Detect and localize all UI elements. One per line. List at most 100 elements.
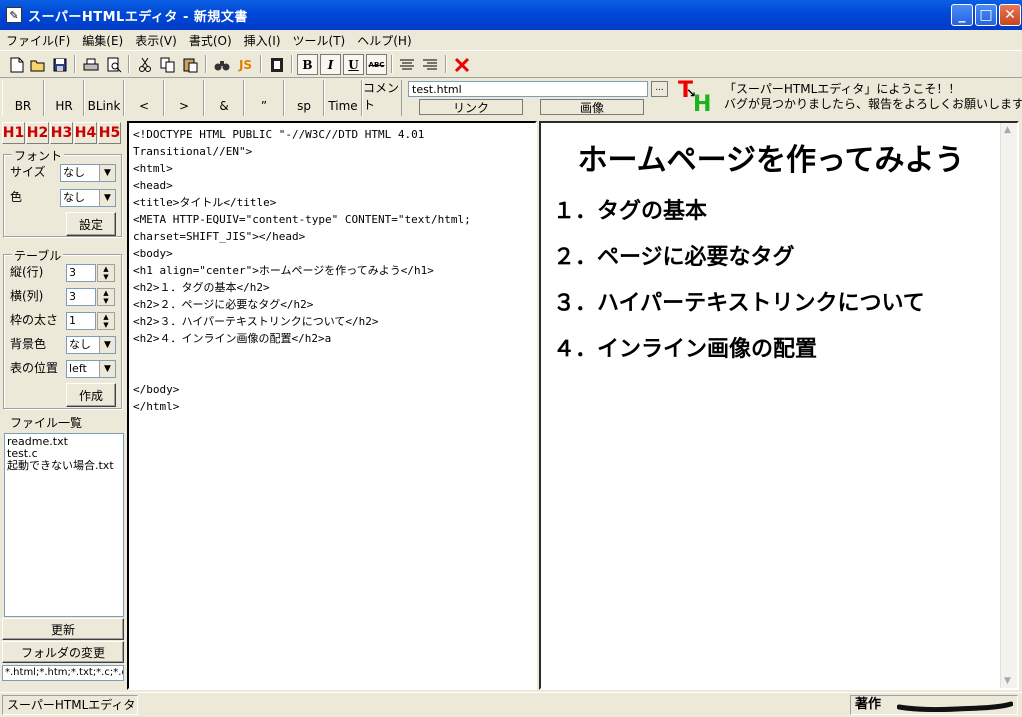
table-border-value: 1	[69, 314, 76, 327]
welcome-line-2: バグが見つかりましたら、報告をよろしくお願いします	[724, 97, 1022, 111]
align-right-icon[interactable]	[419, 54, 440, 75]
change-folder-button[interactable]: フォルダの変更	[2, 641, 124, 663]
browse-button[interactable]: ...	[651, 81, 668, 97]
table-rows-input[interactable]: 3 ▲ ▼	[66, 264, 115, 282]
font-apply-button[interactable]: 設定	[66, 212, 116, 236]
table-rows-label: 縦(行)	[10, 265, 44, 279]
h5-button[interactable]: H5	[98, 122, 121, 144]
table-border-input[interactable]: 1 ▲ ▼	[66, 312, 115, 330]
menu-file[interactable]: ファイル(F)	[0, 32, 76, 49]
table-create-button[interactable]: 作成	[66, 383, 116, 407]
font-size-label: サイズ	[10, 165, 46, 179]
app-icon: ✎	[6, 7, 22, 23]
toolbar-separator	[260, 55, 262, 73]
file-list-item[interactable]: 起動できない場合.txt	[7, 460, 121, 472]
time-button[interactable]: Time	[324, 80, 362, 116]
hr-button[interactable]: HR	[44, 80, 84, 116]
save-icon[interactable]	[49, 54, 70, 75]
table-cols-label: 横(列)	[10, 289, 44, 303]
font-size-select[interactable]: なし ▼	[60, 164, 116, 182]
new-file-icon[interactable]	[6, 54, 27, 75]
lt-button[interactable]: <	[124, 80, 164, 116]
menu-help[interactable]: ヘルプ(H)	[351, 32, 417, 49]
menu-format[interactable]: 書式(O)	[183, 32, 238, 49]
spin-arrows-icon[interactable]: ▲ ▼	[97, 264, 115, 282]
table-bg-select[interactable]: なし ▼	[66, 336, 116, 354]
find-binoculars-icon[interactable]	[211, 54, 232, 75]
toolbar-separator	[391, 55, 393, 73]
chevron-down-icon[interactable]: ▼	[99, 361, 115, 377]
welcome-line-1: 「スーパーHTMLエディタ」にようこそ！！	[724, 82, 961, 96]
font-color-select[interactable]: なし ▼	[60, 189, 116, 207]
scroll-down-icon[interactable]: ▼	[1004, 676, 1011, 686]
comment-button[interactable]: コメント	[362, 80, 402, 116]
menu-edit[interactable]: 編集(E)	[76, 32, 129, 49]
menu-view[interactable]: 表示(V)	[129, 32, 183, 49]
file-filter-field[interactable]: *.html;*.htm;*.txt;*.c;*.c	[2, 665, 124, 681]
maximize-button[interactable]: □	[975, 4, 997, 26]
toolbar-separator	[128, 55, 130, 73]
preview-heading-2: ２．ページに必要なタグ	[553, 245, 795, 270]
code-line: <body>	[133, 247, 173, 260]
h1-button[interactable]: H1	[2, 122, 25, 144]
h3-button[interactable]: H3	[50, 122, 73, 144]
blink-button[interactable]: BLink	[84, 80, 124, 116]
font-group-title: フォント	[12, 147, 65, 164]
table-position-select[interactable]: left ▼	[66, 360, 116, 378]
cut-icon[interactable]	[134, 54, 155, 75]
page-properties-icon[interactable]	[266, 54, 287, 75]
menu-insert[interactable]: 挿入(I)	[238, 32, 287, 49]
chevron-down-icon[interactable]: ▼	[99, 190, 115, 206]
chevron-down-icon[interactable]: ▼	[99, 337, 115, 353]
preview-heading-2: ３．ハイパーテキストリンクについて	[553, 291, 925, 316]
source-editor[interactable]: <!DOCTYPE HTML PUBLIC "-//W3C//DTD HTML …	[127, 121, 537, 690]
toolbar-separator	[205, 55, 207, 73]
insert-link-button[interactable]: リンク	[419, 99, 523, 115]
code-line: <h2>２．ページに必要なタグ</h2>	[133, 298, 314, 311]
copy-icon[interactable]	[157, 54, 178, 75]
code-line: <h2>１．タグの基本</h2>	[133, 281, 270, 294]
underline-button[interactable]: U	[343, 54, 364, 75]
open-folder-icon[interactable]	[27, 54, 48, 75]
code-line: <h2>４．インライン画像の配置</h2>a	[133, 332, 332, 345]
align-center-icon[interactable]	[396, 54, 417, 75]
link-target-input[interactable]	[408, 81, 648, 97]
font-group: フォント サイズ なし ▼ 色 なし ▼ 設定	[3, 147, 123, 238]
preview-pane: ホームページを作ってみよう １．タグの基本 ２．ページに必要なタグ ３．ハイパー…	[539, 121, 1019, 690]
amp-button[interactable]: &	[204, 80, 244, 116]
minimize-button[interactable]: _	[951, 4, 973, 26]
h4-button[interactable]: H4	[74, 122, 97, 144]
spin-arrows-icon[interactable]: ▲ ▼	[97, 288, 115, 306]
br-button[interactable]: BR	[2, 80, 44, 116]
font-color-value: なし	[63, 191, 85, 204]
code-line: <head>	[133, 179, 173, 192]
h2-button[interactable]: H2	[26, 122, 49, 144]
bold-button[interactable]: B	[297, 54, 318, 75]
print-preview-icon[interactable]	[103, 54, 124, 75]
print-icon[interactable]	[80, 54, 101, 75]
italic-button[interactable]: I	[320, 54, 341, 75]
delete-x-icon[interactable]	[451, 54, 472, 75]
status-credit: 著作	[850, 695, 1018, 715]
title-bar: ✎ スーパーHTMLエディタ - 新規文書 _ □ ✕	[0, 0, 1022, 30]
table-bg-value: なし	[69, 338, 91, 351]
table-cols-input[interactable]: 3 ▲ ▼	[66, 288, 115, 306]
scroll-up-icon[interactable]: ▲	[1004, 125, 1011, 135]
close-button[interactable]: ✕	[999, 4, 1021, 26]
gt-button[interactable]: >	[164, 80, 204, 116]
paste-icon[interactable]	[180, 54, 201, 75]
menu-tools[interactable]: ツール(T)	[287, 32, 352, 49]
file-list[interactable]: readme.txt test.c 起動できない場合.txt	[4, 433, 124, 617]
insert-image-button[interactable]: 画像	[540, 99, 644, 115]
table-border-label: 枠の太さ	[10, 313, 59, 327]
refresh-button[interactable]: 更新	[2, 618, 124, 640]
javascript-icon[interactable]: JS	[235, 54, 256, 75]
chevron-down-icon[interactable]: ▼	[99, 165, 115, 181]
space-button[interactable]: sp	[284, 80, 324, 116]
strikethrough-button[interactable]: ABC	[366, 54, 387, 75]
preview-scrollbar[interactable]: ▲ ▼	[1000, 123, 1017, 688]
status-bar: スーパーHTMLエディタ 著作	[0, 692, 1022, 717]
quote-button[interactable]: ”	[244, 80, 284, 116]
spin-arrows-icon[interactable]: ▲ ▼	[97, 312, 115, 330]
